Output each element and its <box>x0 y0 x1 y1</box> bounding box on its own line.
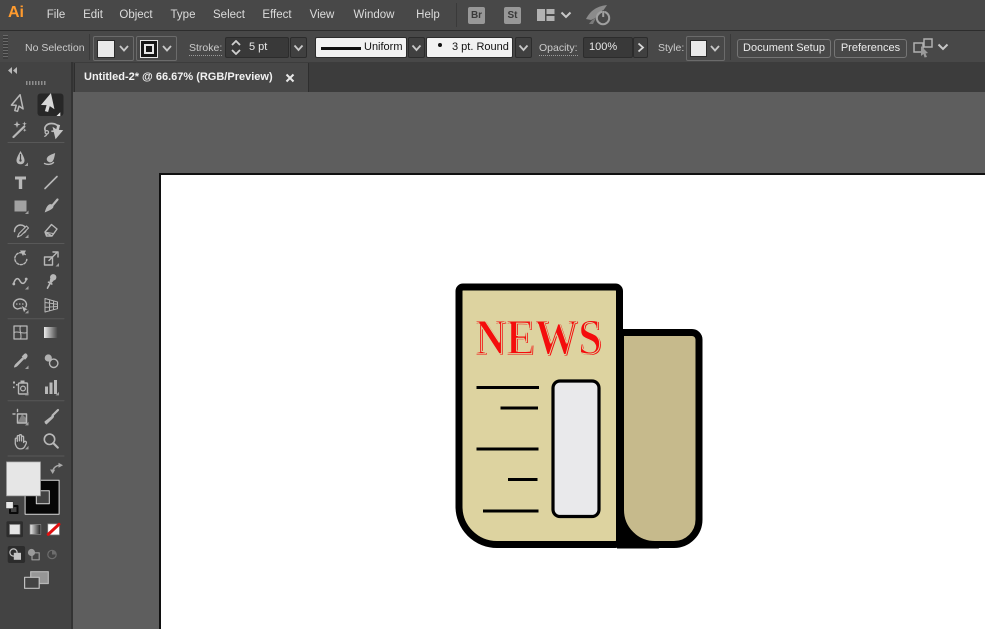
svg-text:NEWS: NEWS <box>475 310 602 366</box>
